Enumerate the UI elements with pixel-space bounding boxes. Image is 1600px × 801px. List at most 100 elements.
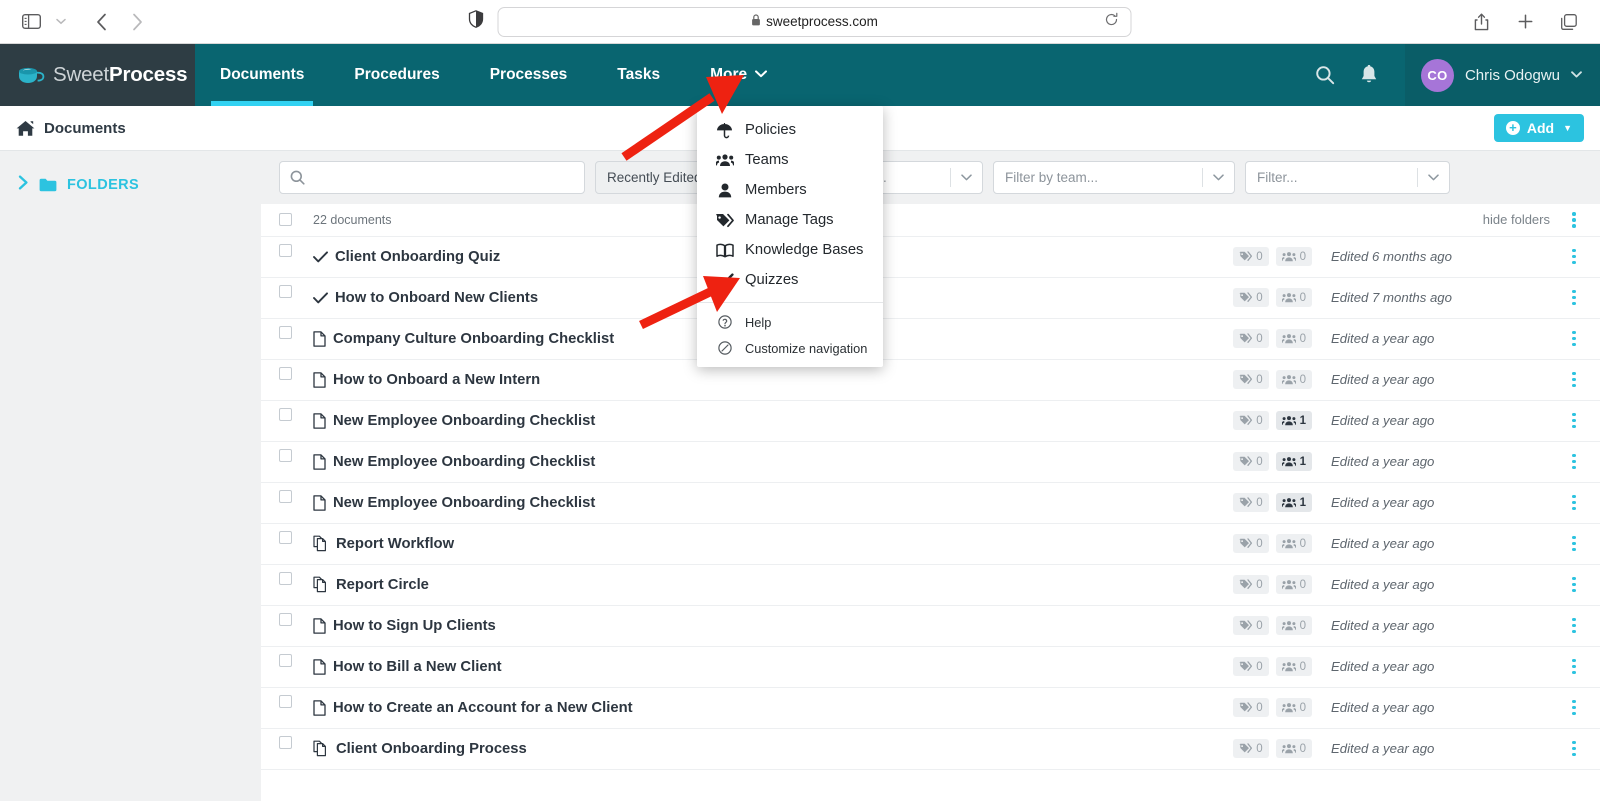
share-icon[interactable]	[1464, 8, 1498, 36]
plus-icon[interactable]	[1508, 8, 1542, 36]
row-checkbox[interactable]	[279, 489, 292, 503]
team-filter-select[interactable]: Filter by team...	[993, 161, 1235, 194]
row-options-kebab-icon[interactable]	[1566, 330, 1582, 347]
tag-count-badge[interactable]: 0	[1233, 657, 1269, 676]
forward-arrow-icon[interactable]	[120, 8, 154, 36]
row-options-kebab-icon[interactable]	[1566, 289, 1582, 306]
tag-count-badge[interactable]: 0	[1233, 411, 1269, 430]
tag-count-badge[interactable]: 0	[1233, 247, 1269, 266]
team-count-badge[interactable]: 0	[1275, 739, 1312, 758]
document-link[interactable]: Company Culture Onboarding Checklist	[313, 331, 614, 347]
table-row[interactable]: How to Bill a New Client 0 0 Edited a year …	[261, 647, 1600, 688]
select-all-checkbox[interactable]	[279, 213, 292, 227]
document-link[interactable]: Report Circle	[313, 576, 429, 593]
table-row[interactable]: Report Circle 0 0 Edited a year ago	[261, 565, 1600, 606]
team-count-badge[interactable]: 0	[1275, 575, 1312, 594]
tag-count-badge[interactable]: 0	[1233, 616, 1269, 635]
team-count-badge[interactable]: 0	[1275, 698, 1312, 717]
row-checkbox[interactable]	[279, 653, 292, 667]
team-count-badge[interactable]: 0	[1275, 534, 1312, 553]
nav-tab-documents[interactable]: Documents	[195, 44, 329, 106]
team-count-badge[interactable]: 1	[1275, 411, 1312, 430]
team-count-badge[interactable]: 0	[1275, 657, 1312, 676]
menu-item-quizzes[interactable]: Quizzes	[697, 265, 883, 295]
nav-tab-procedures[interactable]: Procedures	[329, 44, 464, 106]
row-checkbox[interactable]	[279, 325, 292, 339]
tag-count-badge[interactable]: 0	[1233, 575, 1269, 594]
row-checkbox[interactable]	[279, 243, 292, 257]
document-link[interactable]: How to Onboard a New Intern	[313, 372, 540, 388]
row-options-kebab-icon[interactable]	[1566, 576, 1582, 593]
list-options-kebab-icon[interactable]	[1566, 212, 1582, 228]
tag-count-badge[interactable]: 0	[1233, 329, 1269, 348]
menu-item-policies[interactable]: Policies	[697, 115, 883, 145]
tag-count-badge[interactable]: 0	[1233, 288, 1269, 307]
table-row[interactable]: New Employee Onboarding Checklist 0 1 Edite…	[261, 401, 1600, 442]
document-link[interactable]: How to Bill a New Client	[313, 659, 502, 675]
row-options-kebab-icon[interactable]	[1566, 699, 1582, 716]
tag-count-badge[interactable]: 0	[1233, 698, 1269, 717]
team-count-badge[interactable]: 0	[1275, 616, 1312, 635]
table-row[interactable]: How to Onboard a New Intern 0 0 Edited a ye…	[261, 360, 1600, 401]
row-options-kebab-icon[interactable]	[1566, 371, 1582, 388]
menu-item-members[interactable]: Members	[697, 175, 883, 205]
back-arrow-icon[interactable]	[84, 8, 118, 36]
table-row[interactable]: Company Culture Onboarding Checklist 0 0 Ed…	[261, 319, 1600, 360]
other-filter-select[interactable]: Filter...	[1245, 161, 1450, 194]
nav-tab-processes[interactable]: Processes	[465, 44, 593, 106]
row-options-kebab-icon[interactable]	[1566, 617, 1582, 634]
document-link[interactable]: New Employee Onboarding Checklist	[313, 454, 595, 470]
app-logo[interactable]: SweetProcess	[0, 44, 195, 106]
row-options-kebab-icon[interactable]	[1566, 658, 1582, 675]
table-row[interactable]: How to Onboard New Clients 0 0 Edited 7 mon…	[261, 278, 1600, 319]
team-count-badge[interactable]: 0	[1275, 288, 1312, 307]
table-row[interactable]: How to Create an Account for a New Clien…	[261, 688, 1600, 729]
document-link[interactable]: New Employee Onboarding Checklist	[313, 413, 595, 429]
search-field[interactable]	[279, 161, 585, 194]
privacy-shield-icon[interactable]	[468, 10, 484, 33]
team-count-badge[interactable]: 1	[1275, 452, 1312, 471]
tag-count-badge[interactable]: 0	[1233, 370, 1269, 389]
search-input[interactable]	[313, 170, 574, 185]
menu-item-customize-navigation[interactable]: Customize navigation	[697, 335, 883, 361]
row-checkbox[interactable]	[279, 571, 292, 585]
row-options-kebab-icon[interactable]	[1566, 535, 1582, 552]
table-row[interactable]: How to Sign Up Clients 0 0 Edited a year ag…	[261, 606, 1600, 647]
row-options-kebab-icon[interactable]	[1566, 453, 1582, 470]
document-link[interactable]: New Employee Onboarding Checklist	[313, 495, 595, 511]
menu-item-help[interactable]: Help	[697, 309, 883, 335]
row-checkbox[interactable]	[279, 284, 292, 298]
document-link[interactable]: Client Onboarding Quiz	[313, 249, 500, 265]
nav-tab-more[interactable]: More	[685, 44, 792, 106]
notification-bell-icon[interactable]	[1347, 44, 1391, 106]
row-checkbox[interactable]	[279, 448, 292, 462]
nav-tab-tasks[interactable]: Tasks	[592, 44, 685, 106]
address-bar[interactable]: sweetprocess.com	[497, 6, 1132, 37]
team-count-badge[interactable]: 1	[1275, 493, 1312, 512]
document-link[interactable]: How to Create an Account for a New Clien…	[313, 700, 633, 716]
row-checkbox[interactable]	[279, 530, 292, 544]
row-checkbox[interactable]	[279, 612, 292, 626]
menu-item-knowledge-bases[interactable]: Knowledge Bases	[697, 235, 883, 265]
row-options-kebab-icon[interactable]	[1566, 248, 1582, 265]
search-icon[interactable]	[1303, 44, 1347, 106]
document-link[interactable]: Client Onboarding Process	[313, 740, 527, 757]
tag-count-badge[interactable]: 0	[1233, 452, 1269, 471]
menu-item-manage-tags[interactable]: Manage Tags	[697, 205, 883, 235]
table-row[interactable]: Report Workflow 0 0 Edited a year ago	[261, 524, 1600, 565]
breadcrumb[interactable]: Documents	[16, 120, 126, 137]
tag-count-badge[interactable]: 0	[1233, 739, 1269, 758]
row-checkbox[interactable]	[279, 694, 292, 708]
reload-icon[interactable]	[1105, 12, 1119, 31]
document-link[interactable]: Report Workflow	[313, 535, 454, 552]
table-row[interactable]: Client Onboarding Quiz 0 0 Edited 6 months …	[261, 237, 1600, 278]
document-link[interactable]: How to Sign Up Clients	[313, 618, 496, 634]
add-button[interactable]: + Add ▼	[1493, 114, 1584, 142]
sidebar-item-folders[interactable]: FOLDERS	[0, 175, 261, 195]
row-options-kebab-icon[interactable]	[1566, 412, 1582, 429]
tag-count-badge[interactable]: 0	[1233, 534, 1269, 553]
table-row[interactable]: New Employee Onboarding Checklist 0 1 Edite…	[261, 483, 1600, 524]
tag-count-badge[interactable]: 0	[1233, 493, 1269, 512]
chevron-down-icon[interactable]	[50, 8, 72, 36]
menu-item-teams[interactable]: Teams	[697, 145, 883, 175]
